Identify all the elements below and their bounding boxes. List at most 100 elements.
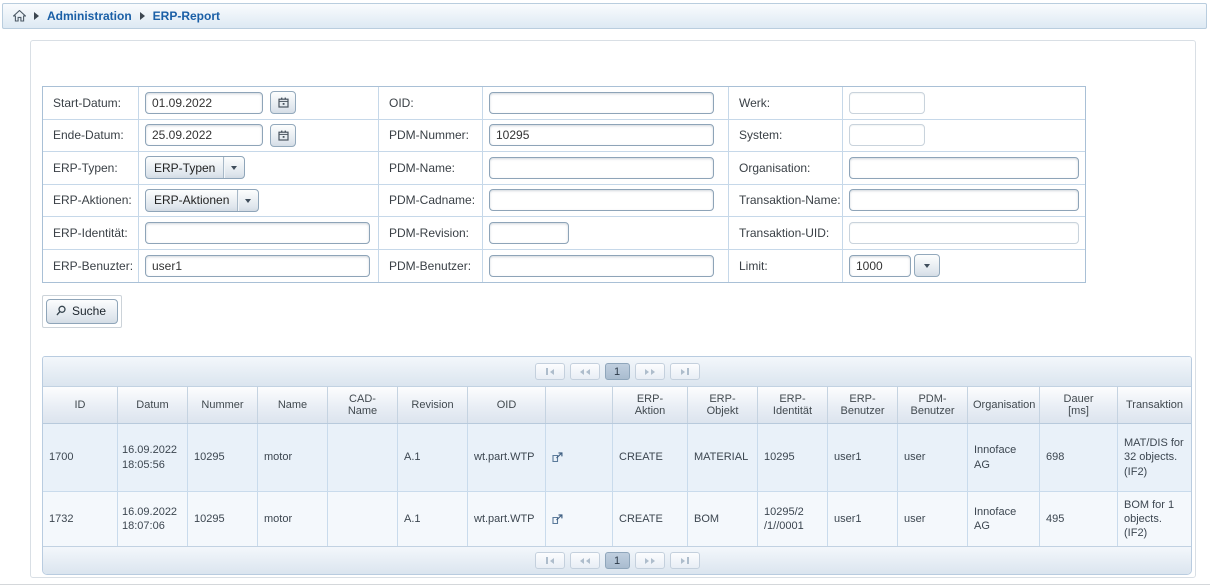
chevron-down-icon <box>924 264 930 271</box>
pagination-page-button[interactable]: 1 <box>605 552 630 569</box>
pagination-next-button[interactable] <box>635 363 665 380</box>
cell-revision: A.1 <box>398 424 468 491</box>
cell-nummer: 10295 <box>188 424 258 491</box>
cell-organisation: Innoface AG <box>968 424 1040 491</box>
search-icon <box>55 305 67 317</box>
pagination-first-button[interactable] <box>535 363 565 380</box>
pdm-benutzer-input[interactable] <box>489 255 714 277</box>
cell-link <box>546 424 613 491</box>
ende-datum-input[interactable] <box>145 124 263 146</box>
erp-benutzer-input[interactable] <box>145 255 370 277</box>
cell-transaktion: BOM for 1 objects. (IF2) <box>1118 492 1191 546</box>
search-toolbar: Suche <box>42 295 122 328</box>
erp-aktionen-dropdown[interactable]: ERP-Aktionen <box>145 189 259 212</box>
transaktion-name-input[interactable] <box>849 189 1079 211</box>
erp-aktionen-label: ERP-Aktionen: <box>43 185 139 218</box>
col-header-revision: Revision <box>398 387 468 423</box>
cell-nummer: 10295 <box>188 492 258 546</box>
cell-erp-objekt: BOM <box>688 492 758 546</box>
col-header-oid: OID <box>468 387 546 423</box>
cell-revision: A.1 <box>398 492 468 546</box>
page-bottom-divider <box>0 584 1210 585</box>
transaktion-name-label: Transaktion-Name: <box>729 185 843 218</box>
col-header-link <box>546 387 613 423</box>
pagination-bottom: 1 <box>43 546 1191 574</box>
results-table: 1 ID Datum Nummer Name CAD- Name Revisio… <box>42 356 1192 575</box>
pagination-top: 1 <box>43 357 1191 387</box>
calendar-icon <box>278 97 289 108</box>
breadcrumb-erp-report[interactable]: ERP-Report <box>153 9 220 23</box>
system-input[interactable] <box>849 124 925 146</box>
werk-input[interactable] <box>849 92 925 114</box>
cell-erp-identitaet: 10295/2 /1//0001 <box>758 492 828 546</box>
pdm-name-label: PDM-Name: <box>379 152 483 185</box>
organisation-label: Organisation: <box>729 152 843 185</box>
limit-dropdown-button[interactable] <box>914 254 940 277</box>
pagination-prev-button[interactable] <box>570 552 600 569</box>
col-header-dauer: Dauer [ms] <box>1040 387 1118 423</box>
limit-value: 1000 <box>849 255 911 277</box>
cell-erp-aktion: CREATE <box>613 492 688 546</box>
home-icon[interactable] <box>13 10 26 22</box>
cell-transaktion: MAT/DIS for 32 objects. (IF2) <box>1118 424 1191 491</box>
pdm-benutzer-label: PDM-Benutzer: <box>379 250 483 283</box>
cell-erp-aktion: CREATE <box>613 424 688 491</box>
oid-label: OID: <box>379 87 483 120</box>
ende-datum-calendar-button[interactable] <box>270 124 296 147</box>
cell-dauer: 495 <box>1040 492 1118 546</box>
cell-id: 1700 <box>43 424 118 491</box>
col-header-erp-benutzer: ERP- Benutzer <box>828 387 898 423</box>
pagination-first-button[interactable] <box>535 552 565 569</box>
col-header-pdm-benutzer: PDM- Benutzer <box>898 387 968 423</box>
pdm-revision-input[interactable] <box>489 222 569 244</box>
erp-benutzer-label: ERP-Benuzter: <box>43 250 139 283</box>
transaktion-uid-label: Transaktion-UID: <box>729 217 843 250</box>
limit-dropdown[interactable]: 1000 <box>849 254 940 277</box>
pagination-next-button[interactable] <box>635 552 665 569</box>
pdm-cadname-label: PDM-Cadname: <box>379 185 483 218</box>
start-datum-calendar-button[interactable] <box>270 91 296 114</box>
cell-erp-benutzer: user1 <box>828 492 898 546</box>
pagination-prev-button[interactable] <box>570 363 600 380</box>
cell-dauer: 698 <box>1040 424 1118 491</box>
open-link-icon[interactable] <box>552 514 563 525</box>
breadcrumb-administration[interactable]: Administration <box>47 9 132 23</box>
pagination-last-button[interactable] <box>670 363 700 380</box>
erp-typen-dropdown[interactable]: ERP-Typen <box>145 156 245 179</box>
cell-oid: wt.part.WTP <box>468 492 546 546</box>
table-row: 1732 16.09.2022 18:07:06 10295 motor A.1… <box>43 492 1191 546</box>
pdm-name-input[interactable] <box>489 157 714 179</box>
cell-name: motor <box>258 424 328 491</box>
pdm-nummer-input[interactable] <box>489 124 714 146</box>
system-label: System: <box>729 120 843 153</box>
limit-label: Limit: <box>729 250 843 283</box>
search-button[interactable]: Suche <box>46 299 118 324</box>
oid-input[interactable] <box>489 92 714 114</box>
open-link-icon[interactable] <box>552 452 563 463</box>
transaktion-uid-input[interactable] <box>849 222 1079 244</box>
table-row: 1700 16.09.2022 18:05:56 10295 motor A.1… <box>43 424 1191 492</box>
search-form: Start-Datum: OID: Werk: Ende-Datum: PDM-… <box>42 86 1086 283</box>
pdm-cadname-input[interactable] <box>489 189 714 211</box>
start-datum-input[interactable] <box>145 92 263 114</box>
col-header-erp-aktion: ERP- Aktion <box>613 387 688 423</box>
cell-erp-objekt: MATERIAL <box>688 424 758 491</box>
cell-cad-name <box>328 492 398 546</box>
col-header-name: Name <box>258 387 328 423</box>
ende-datum-label: Ende-Datum: <box>43 120 139 153</box>
col-header-organisation: Organisation <box>968 387 1040 423</box>
start-datum-label: Start-Datum: <box>43 87 139 120</box>
table-header-row: ID Datum Nummer Name CAD- Name Revision … <box>43 387 1191 424</box>
organisation-input[interactable] <box>849 157 1079 179</box>
col-header-erp-identitaet: ERP- Identität <box>758 387 828 423</box>
cell-organisation: Innoface AG <box>968 492 1040 546</box>
chevron-down-icon <box>231 166 237 173</box>
werk-label: Werk: <box>729 87 843 120</box>
breadcrumb: Administration ERP-Report <box>2 3 1207 29</box>
col-header-datum: Datum <box>118 387 188 423</box>
cell-id: 1732 <box>43 492 118 546</box>
pagination-last-button[interactable] <box>670 552 700 569</box>
erp-identitaet-input[interactable] <box>145 222 370 244</box>
breadcrumb-separator-icon <box>140 12 145 20</box>
pagination-page-button[interactable]: 1 <box>605 363 630 380</box>
